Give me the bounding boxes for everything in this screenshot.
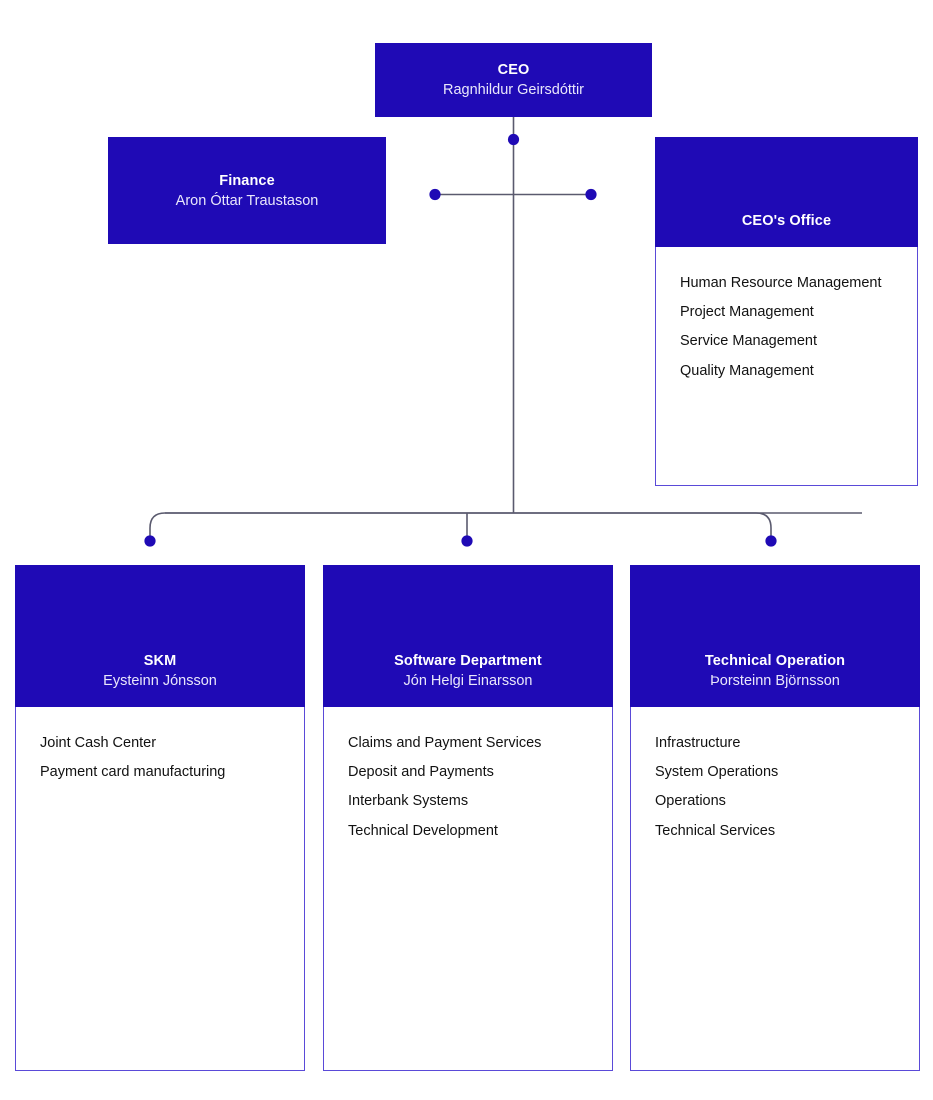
list-item: Operations [655, 793, 726, 810]
org-chart: CEO Ragnhildur Geirsdóttir Finance Aron … [0, 0, 933, 1100]
node-software-department-items: Claims and Payment Services Deposit and … [323, 707, 613, 1071]
node-skm-person: Eysteinn Jónsson [103, 673, 217, 689]
dot-finance-connector [429, 188, 441, 201]
node-software-department-header: Software Department Jón Helgi Einarsson [323, 565, 613, 707]
dot-ceo-office-connector [585, 188, 597, 201]
node-finance[interactable]: Finance Aron Óttar Traustason [108, 137, 386, 244]
list-item: Service Management [680, 333, 818, 350]
node-software-department[interactable]: Software Department Jón Helgi Einarsson … [323, 565, 613, 1071]
node-technical-operation-items: Infrastructure System Operations Operati… [630, 707, 920, 1071]
node-ceo-office-items: Human Resource Management Project Manage… [655, 247, 918, 486]
node-ceo[interactable]: CEO Ragnhildur Geirsdóttir [375, 43, 652, 117]
node-skm-title: SKM [143, 653, 177, 669]
dot-ceo-junction [507, 133, 520, 146]
list-item: Joint Cash Center [40, 735, 157, 751]
node-technical-operation-header: Technical Operation Þorsteinn Björnsson [630, 565, 920, 707]
node-technical-operation[interactable]: Technical Operation Þorsteinn Björnsson … [630, 565, 920, 1071]
node-skm[interactable]: SKM Eysteinn Jónsson Joint Cash Center P… [15, 565, 305, 1071]
node-software-department-title: Software Department [394, 653, 542, 669]
node-skm-items: Joint Cash Center Payment card manufactu… [15, 707, 305, 1071]
node-ceo-office-header: CEO's Office [655, 137, 918, 247]
node-finance-person: Aron Óttar Traustason [175, 192, 319, 209]
node-technical-operation-title: Technical Operation [704, 653, 846, 669]
dot-technical-operation-connector [765, 535, 777, 547]
node-ceo-office[interactable]: CEO's Office Human Resource Management P… [655, 137, 918, 486]
list-item: Human Resource Management [680, 275, 882, 291]
list-item: Technical Services [655, 822, 776, 839]
list-item: Payment card manufacturing [40, 764, 226, 781]
list-item: System Operations [655, 764, 779, 781]
list-item: Quality Management [680, 362, 814, 379]
node-technical-operation-person: Þorsteinn Björnsson [710, 673, 840, 689]
list-item: Deposit and Payments [348, 764, 494, 781]
list-item: Interbank Systems [348, 793, 469, 810]
node-ceo-header: CEO Ragnhildur Geirsdóttir [375, 43, 652, 117]
list-item: Project Management [680, 304, 814, 321]
node-software-department-person: Jón Helgi Einarsson [403, 673, 533, 689]
dot-skm-connector [144, 535, 156, 547]
branch-line-left [149, 512, 862, 541]
list-item: Infrastructure [655, 735, 741, 751]
dot-software-connector [461, 535, 473, 547]
branch-line-right [165, 512, 772, 541]
node-ceo-person: Ragnhildur Geirsdóttir [442, 82, 585, 98]
list-item: Claims and Payment Services [348, 735, 542, 751]
list-item: Technical Development [348, 822, 498, 839]
node-finance-title: Finance [219, 172, 275, 189]
node-ceo-office-title: CEO's Office [741, 213, 832, 229]
node-skm-header: SKM Eysteinn Jónsson [15, 565, 305, 707]
node-ceo-title: CEO [497, 62, 530, 78]
node-finance-header: Finance Aron Óttar Traustason [108, 137, 386, 244]
